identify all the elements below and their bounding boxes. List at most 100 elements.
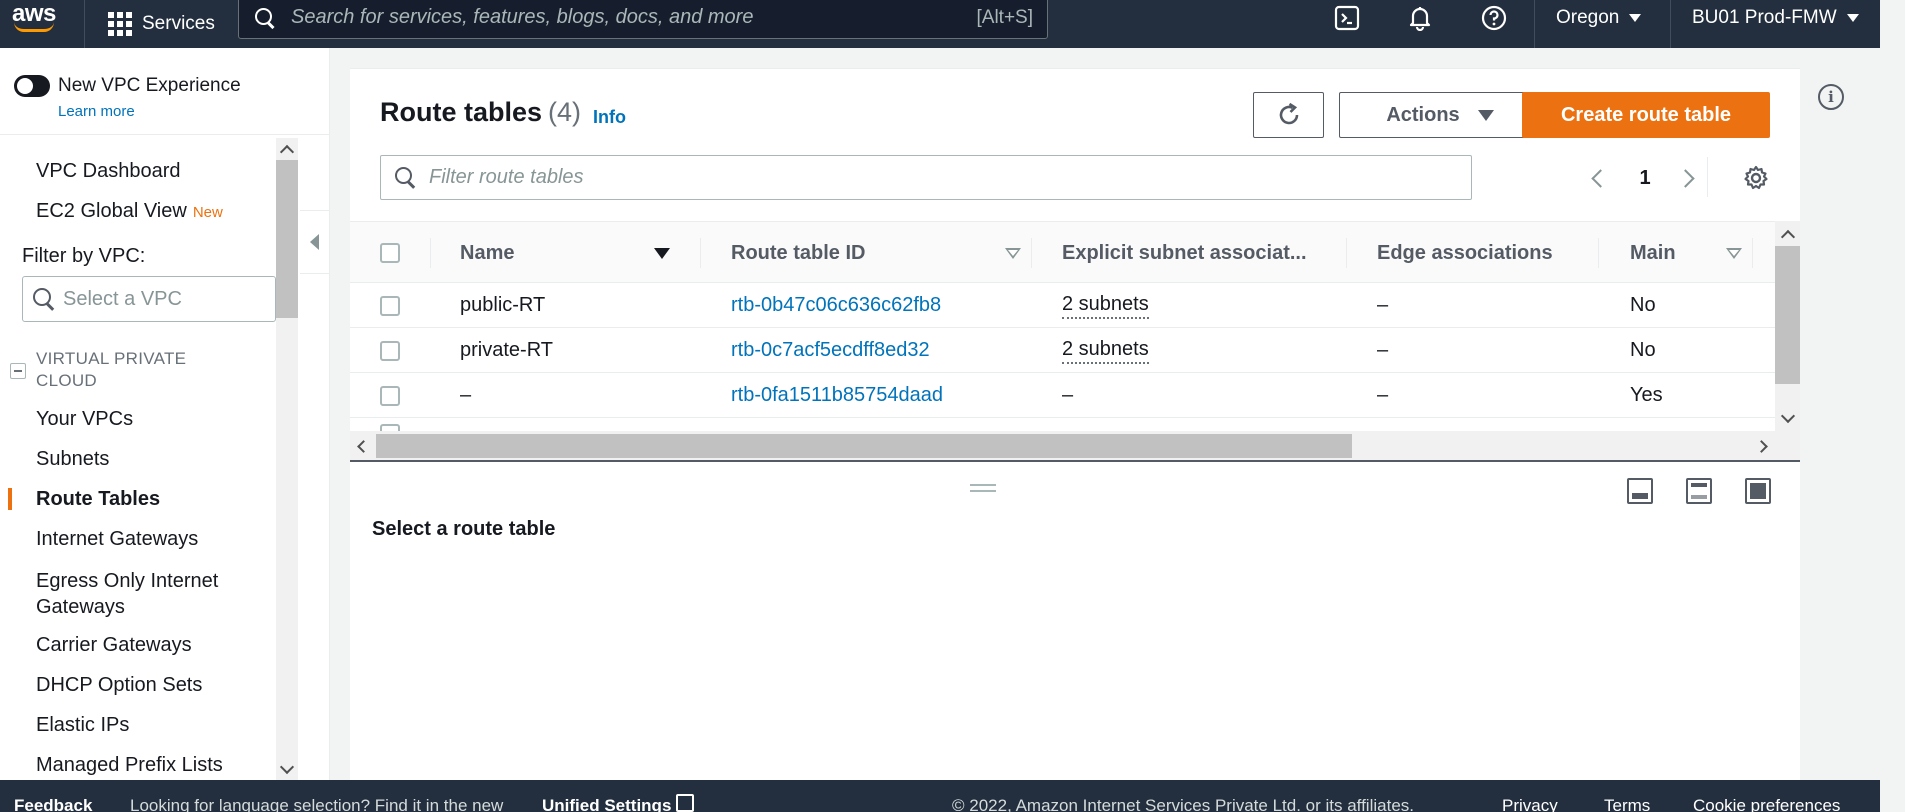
vpc-filter-input[interactable] xyxy=(63,287,253,311)
sidebar-collapse-button[interactable] xyxy=(300,210,330,274)
terms-link[interactable]: Terms xyxy=(1604,796,1650,812)
vpc-filter-select[interactable] xyxy=(22,276,276,322)
edge-associations: – xyxy=(1377,384,1389,406)
route-table-id-link[interactable]: rtb-0b47c06c636c62fb8 xyxy=(731,283,941,328)
learn-more-link[interactable]: Learn more xyxy=(58,103,135,120)
route-table-count: (4) xyxy=(548,97,582,127)
new-vpc-experience-toggle[interactable] xyxy=(14,75,50,97)
services-menu-button[interactable]: Services xyxy=(108,0,215,48)
filter-route-tables[interactable] xyxy=(380,155,1472,200)
copyright-text: © 2022, Amazon Internet Services Private… xyxy=(952,796,1414,812)
global-search[interactable]: [Alt+S] xyxy=(238,0,1048,39)
sidebar-item-your-vpcs[interactable]: Your VPCs xyxy=(36,408,133,431)
column-divider xyxy=(1031,238,1032,268)
create-route-table-button[interactable]: Create route table xyxy=(1522,92,1770,138)
column-header-explicit-subnet-associations[interactable]: Explicit subnet associat... xyxy=(1062,222,1307,284)
page-title-text: Route tables xyxy=(380,97,543,127)
column-header-main[interactable]: Main xyxy=(1630,222,1742,284)
row-checkbox[interactable] xyxy=(380,373,400,418)
sidebar-item-subnets[interactable]: Subnets xyxy=(36,448,109,471)
sidebar-item-internet-gateways[interactable]: Internet Gateways xyxy=(36,528,198,551)
main-flag: No xyxy=(1630,339,1656,361)
row-checkbox[interactable] xyxy=(380,283,400,328)
cloudshell-icon[interactable] xyxy=(1332,3,1362,33)
aws-smile-icon xyxy=(14,22,54,32)
split-panel-resize-handle[interactable] xyxy=(970,484,996,492)
page-number[interactable]: 1 xyxy=(1630,163,1660,193)
table-horizontal-scroll-thumb[interactable] xyxy=(376,434,1352,458)
column-divider xyxy=(700,238,701,268)
caret-down-icon xyxy=(1629,14,1642,22)
top-navigation: aws Services [Alt+S] Oregon BU01 Prod-FM… xyxy=(0,0,1880,48)
gear-icon xyxy=(1744,165,1768,190)
route-table-id-link[interactable]: rtb-0fa1511b85754daad xyxy=(731,373,943,418)
cookie-preferences-link[interactable]: Cookie preferences xyxy=(1693,796,1840,812)
explicit-subnets: – xyxy=(1062,384,1074,406)
collapse-left-icon xyxy=(310,234,319,250)
explicit-subnets[interactable]: 2 subnets xyxy=(1062,283,1149,328)
sidebar-item-egress-only-internet-gateways[interactable]: Egress Only Internet Gateways xyxy=(36,568,256,620)
column-header-name[interactable]: Name xyxy=(460,222,670,284)
scroll-left-icon[interactable] xyxy=(350,431,376,461)
sidebar-item-elastic-ips[interactable]: Elastic IPs xyxy=(36,714,129,737)
actions-dropdown-button[interactable]: Actions xyxy=(1339,92,1541,138)
global-search-input[interactable] xyxy=(291,6,977,29)
info-link[interactable]: Info xyxy=(593,107,626,128)
sidebar-item-managed-prefix-lists[interactable]: Managed Prefix Lists xyxy=(36,754,223,777)
route-table-name: – xyxy=(460,384,472,406)
active-indicator xyxy=(8,488,12,510)
column-header-route-table-id[interactable]: Route table ID xyxy=(731,222,1021,284)
scroll-down-icon[interactable] xyxy=(1777,407,1799,429)
sidebar-item-ec2-global-view[interactable]: EC2 Global View New xyxy=(36,200,223,223)
next-page-button[interactable] xyxy=(1670,163,1700,193)
info-panel-icon[interactable]: i xyxy=(1818,84,1844,110)
split-panel-side-icon[interactable] xyxy=(1686,478,1712,504)
account-selector[interactable]: BU01 Prod-FMW xyxy=(1692,0,1859,36)
row-checkbox[interactable] xyxy=(380,328,400,373)
sort-descending-icon xyxy=(654,247,670,259)
route-table-name: public-RT xyxy=(460,294,546,316)
unified-settings-link[interactable]: Unified Settings xyxy=(542,796,671,812)
browser-scrollbar[interactable] xyxy=(1880,0,1905,812)
sidebar-item-vpc-dashboard[interactable]: VPC Dashboard xyxy=(36,160,181,183)
sidebar-item-carrier-gateways[interactable]: Carrier Gateways xyxy=(36,634,192,657)
column-header-edge-associations[interactable]: Edge associations xyxy=(1377,222,1553,284)
scroll-up-icon[interactable] xyxy=(276,138,298,160)
account-label: BU01 Prod-FMW xyxy=(1692,7,1837,28)
scroll-up-icon[interactable] xyxy=(1777,223,1799,245)
table-row[interactable]: public-RT rtb-0b47c06c636c62fb8 2 subnet… xyxy=(350,283,1775,328)
scroll-right-icon[interactable] xyxy=(1748,431,1774,461)
split-panel-fullscreen-icon[interactable] xyxy=(1745,478,1771,504)
column-header-label: Route table ID xyxy=(731,241,866,264)
split-panel-bottom-icon[interactable] xyxy=(1627,478,1653,504)
feedback-link[interactable]: Feedback xyxy=(14,796,92,812)
select-all-checkbox[interactable] xyxy=(380,222,400,284)
privacy-link[interactable]: Privacy xyxy=(1502,796,1558,812)
sidebar-item-route-tables[interactable]: Route Tables xyxy=(36,488,160,511)
scroll-down-icon[interactable] xyxy=(276,758,298,780)
table-preferences-button[interactable] xyxy=(1740,163,1772,193)
refresh-button[interactable] xyxy=(1253,92,1324,138)
section-collapse-icon[interactable] xyxy=(10,363,26,379)
sidebar-item-dhcp-option-sets[interactable]: DHCP Option Sets xyxy=(36,674,202,697)
search-icon xyxy=(31,286,57,312)
section-virtual-private-cloud[interactable]: VIRTUAL PRIVATE CLOUD xyxy=(36,348,246,392)
notifications-bell-icon[interactable] xyxy=(1405,3,1435,33)
filter-route-tables-input[interactable] xyxy=(429,166,1471,189)
region-selector[interactable]: Oregon xyxy=(1556,0,1642,36)
grid-icon xyxy=(108,12,132,36)
route-table-id-link[interactable]: rtb-0c7acf5ecdff8ed32 xyxy=(731,328,930,373)
explicit-subnets[interactable]: 2 subnets xyxy=(1062,328,1149,373)
table-row[interactable]: – rtb-0fa1511b85754daad – – Yes xyxy=(350,373,1775,418)
table-row[interactable]: private-RT rtb-0c7acf5ecdff8ed32 2 subne… xyxy=(350,328,1775,373)
actions-label: Actions xyxy=(1386,103,1460,126)
column-divider xyxy=(1598,238,1599,268)
aws-logo[interactable]: aws xyxy=(10,0,62,48)
previous-page-button[interactable] xyxy=(1585,163,1615,193)
help-icon[interactable] xyxy=(1479,3,1509,33)
filter-by-vpc-label: Filter by VPC: xyxy=(22,245,146,267)
sidebar-scroll-thumb[interactable] xyxy=(276,160,298,318)
table-vertical-scroll-thumb[interactable] xyxy=(1775,246,1800,384)
main-flag: Yes xyxy=(1630,384,1663,406)
route-tables-table: Name Route table ID Explicit subnet asso… xyxy=(350,221,1800,461)
